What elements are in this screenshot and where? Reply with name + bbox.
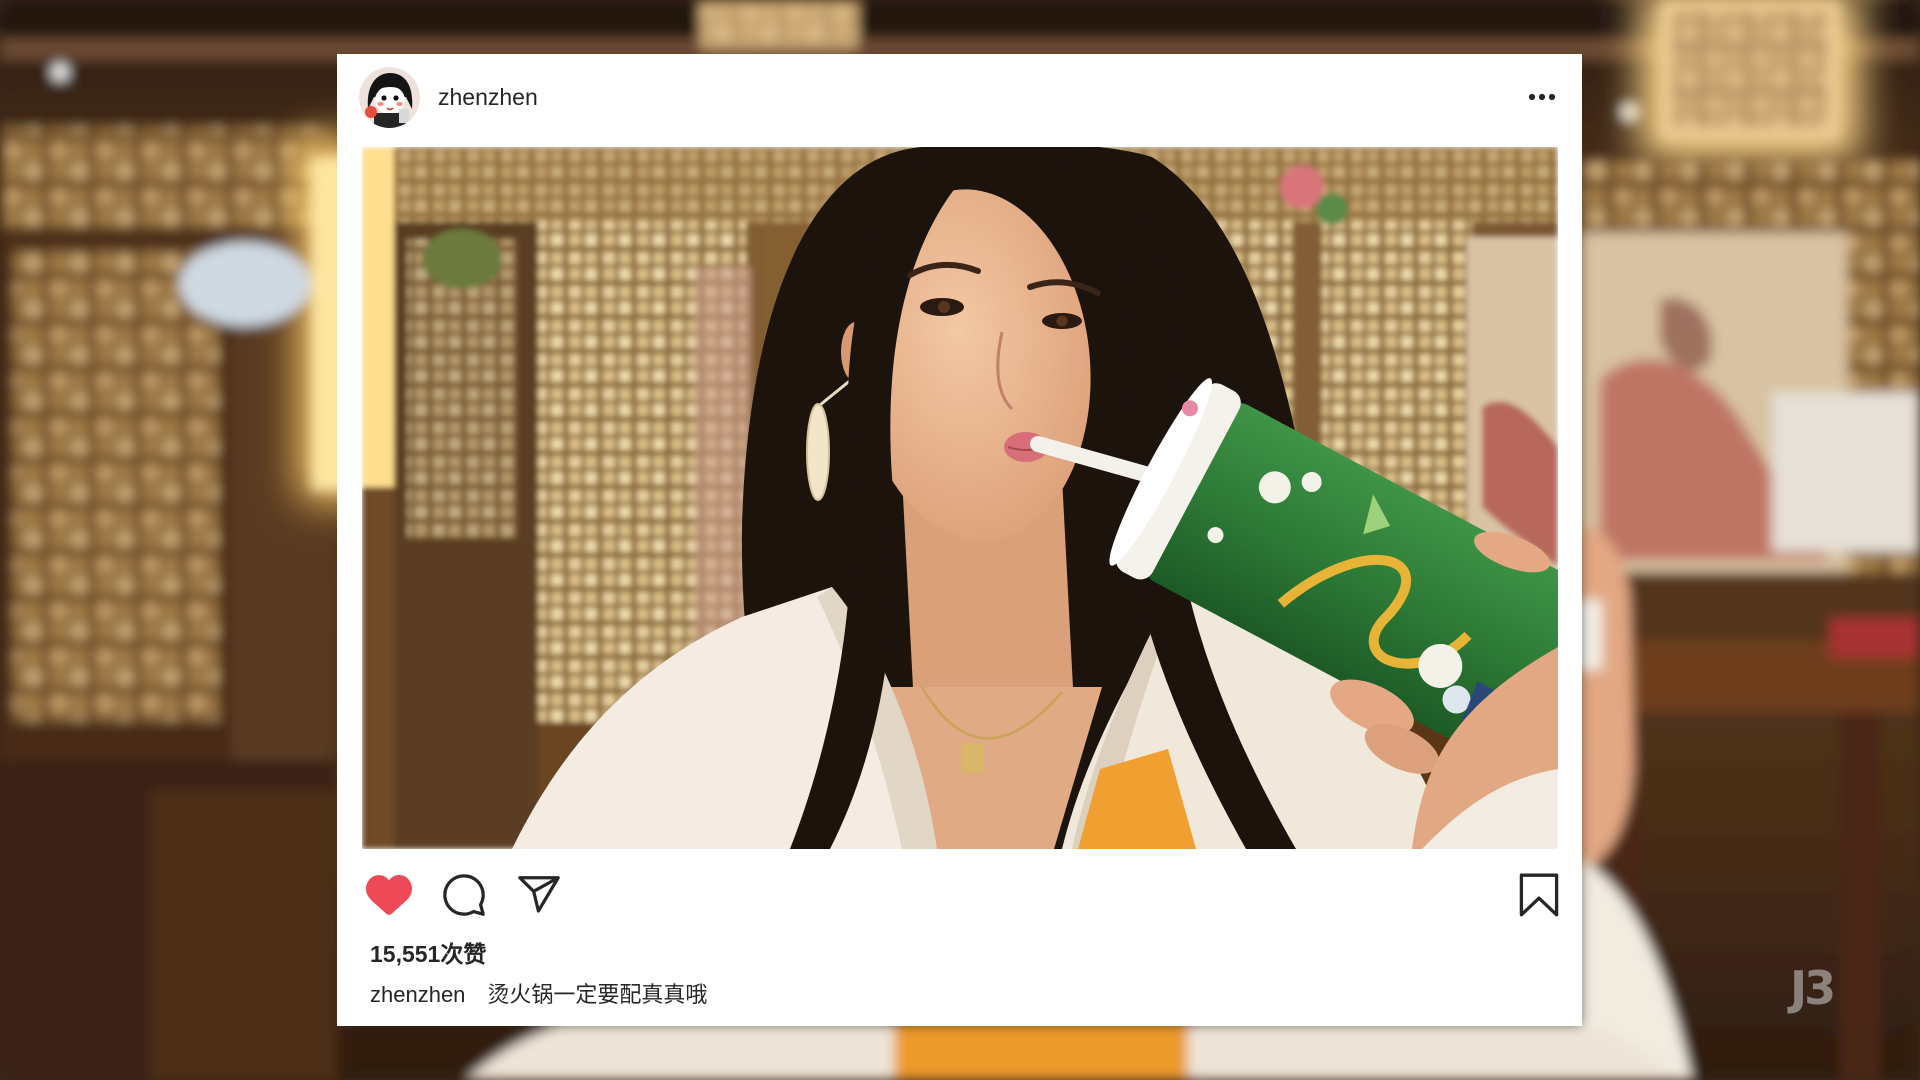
more-horizontal-icon[interactable] — [1528, 93, 1556, 101]
post-caption: zhenzhen 烫火锅一定要配真真哦 — [370, 981, 707, 1009]
heart-icon[interactable] — [366, 872, 412, 918]
caption-text: 烫火锅一定要配真真哦 — [487, 982, 708, 1007]
channel-watermark: J3 — [1790, 961, 1836, 1015]
likes-count[interactable]: 15,551次赞 — [370, 940, 486, 968]
author-avatar[interactable] — [359, 67, 420, 128]
bookmark-icon[interactable] — [1517, 871, 1561, 919]
action-bar — [337, 849, 1582, 929]
send-icon[interactable] — [516, 872, 562, 918]
caption-username[interactable]: zhenzhen — [370, 982, 465, 1007]
cartoon-girl-avatar-icon — [359, 67, 420, 128]
post-photo[interactable] — [362, 147, 1558, 849]
author-username[interactable]: zhenzhen — [438, 83, 538, 111]
post-header: zhenzhen — [337, 54, 1582, 147]
comment-icon[interactable] — [441, 872, 487, 918]
post-card: zhenzhen 15,551次赞 zhenzhen 烫火锅一定要配真真哦 — [337, 54, 1582, 1026]
